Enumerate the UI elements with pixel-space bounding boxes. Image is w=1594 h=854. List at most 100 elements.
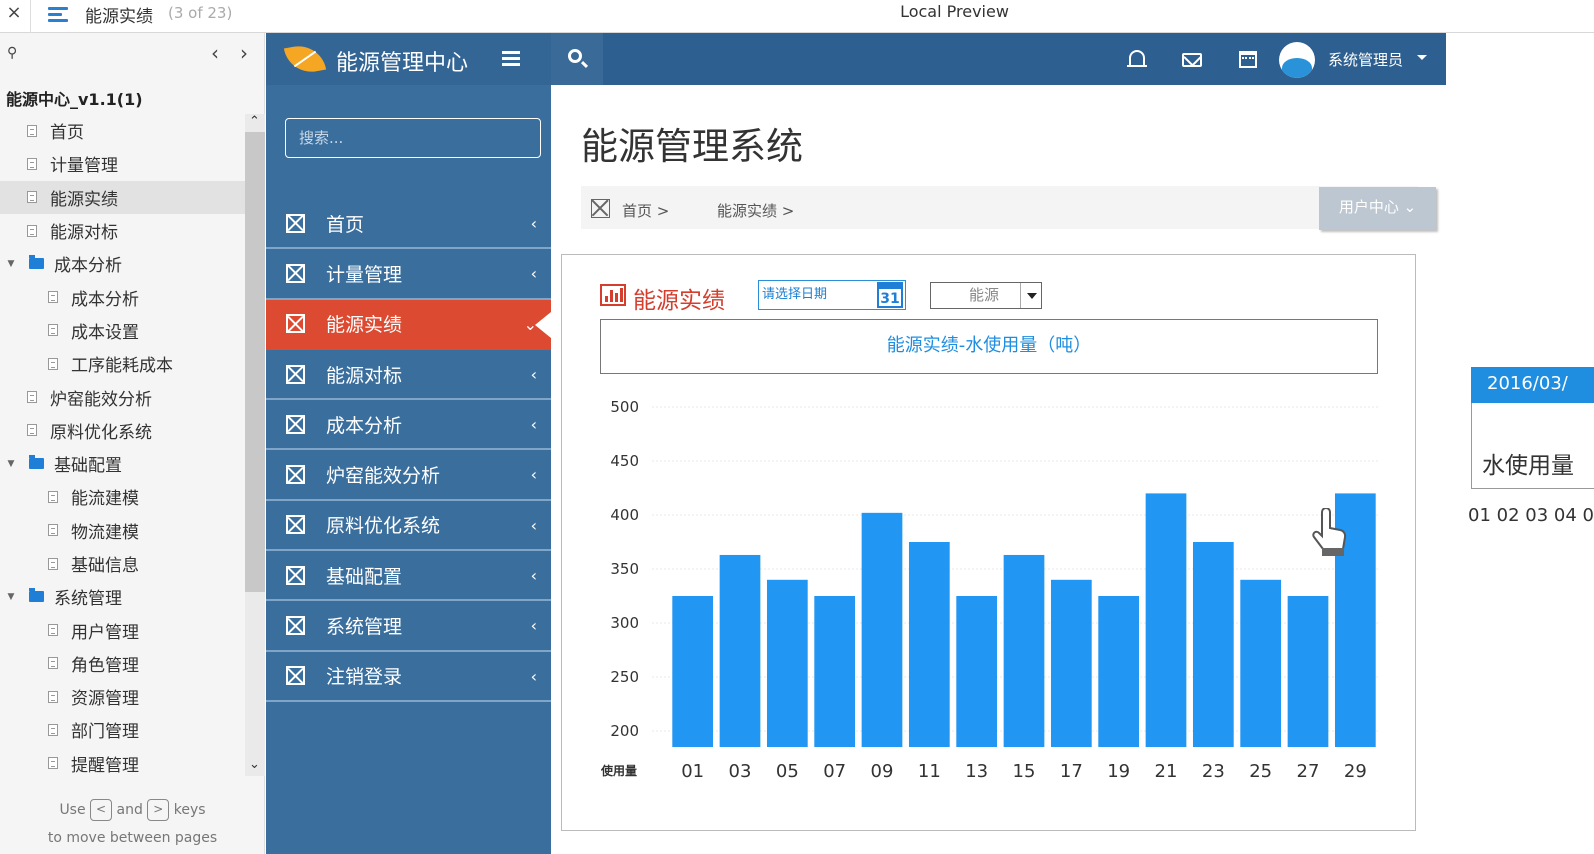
scrollbar-thumb[interactable] <box>245 132 265 592</box>
outline-item[interactable]: 原料优化系统 <box>0 414 245 447</box>
sidebar-item[interactable]: 能源实绩 ⌄ <box>266 299 551 350</box>
breadcrumb-current[interactable]: 能源实绩 > <box>717 200 794 221</box>
outline-scrollbar[interactable]: ⌃ ⌄ <box>245 114 265 776</box>
outline-item[interactable]: 角色管理 <box>0 647 245 680</box>
sidebar: 首页‹计量管理‹能源实绩⌄能源对标‹ 成本分析 ‹ 炉窑能效分析‹原料优化系统‹基础配… <box>266 85 551 854</box>
outline-root[interactable]: 能源中心_v1.1(1) <box>6 86 143 110</box>
outline-item-label: 炉窑能效分析 <box>50 389 152 410</box>
bar <box>1098 596 1140 747</box>
caret-down-icon[interactable] <box>1417 55 1427 60</box>
outline-item[interactable]: ▼ 系统管理 <box>0 580 245 613</box>
outline-item[interactable]: 炉窑能效分析 <box>0 380 245 413</box>
sidebar-item-label: 原料优化系统 <box>326 515 441 538</box>
sidebar-item[interactable]: 基础配置 ‹ <box>266 551 551 602</box>
page-icon <box>27 124 37 137</box>
page-title: 能源管理系统 <box>581 125 803 168</box>
breadcrumb-home[interactable]: 首页 > <box>622 200 669 221</box>
sidebar-item[interactable]: 注销登录 ‹ <box>266 652 551 702</box>
y-tick-label: 250 <box>610 668 639 686</box>
outline-item[interactable]: 成本分析 <box>0 280 245 313</box>
x-tick-label: 21 <box>1155 761 1178 782</box>
expand-triangle-icon[interactable]: ▼ <box>6 459 16 469</box>
sidebar-item[interactable]: 系统管理 ‹ <box>266 601 551 652</box>
bar <box>1287 596 1329 747</box>
viewer-topbar: × 能源实绩 (3 of 23) Local Preview <box>0 0 1594 33</box>
outline-toggle-icon[interactable] <box>48 4 68 26</box>
outline-item[interactable]: 资源管理 <box>0 680 245 713</box>
sidebar-item[interactable]: 计量管理 ‹ <box>266 249 551 300</box>
outline-item[interactable]: ▼ 成本分析 <box>0 247 245 280</box>
page-count: (3 of 23) <box>168 4 233 22</box>
header-search-button[interactable] <box>551 33 603 85</box>
outline-item[interactable]: 能源实绩 <box>0 180 245 214</box>
outline-item[interactable]: 工序能耗成本 <box>0 347 245 380</box>
app-name: 能源管理中心 <box>336 51 469 76</box>
bar <box>766 579 808 747</box>
close-icon[interactable]: × <box>4 2 24 23</box>
outline-item-label: 基础配置 <box>54 456 122 477</box>
user-center-button[interactable]: 用户中心 ⌄ <box>1319 187 1436 230</box>
outline-item-label: 系统管理 <box>54 589 122 610</box>
sidebar-item[interactable]: 首页 ‹ <box>266 199 551 250</box>
placeholder-icon <box>286 565 305 585</box>
outline-item[interactable]: 成本设置 <box>0 314 245 347</box>
outline-item-label: 能流建模 <box>71 489 139 510</box>
sidebar-item-label: 成本分析 <box>326 414 403 437</box>
chevron-left-icon: ‹ <box>530 415 537 435</box>
sidebar-item-label: 计量管理 <box>326 263 403 286</box>
placeholder-icon <box>286 616 305 636</box>
topbar-divider <box>30 0 31 33</box>
y-tick-label: 350 <box>610 560 639 578</box>
bar <box>956 596 998 747</box>
outline-list: 首页 计量管理 能源实绩 能源对标 ▼ 成本分析 成本分析 成本设置 工序能耗成本 炉窑能效分析原… <box>0 114 245 780</box>
outline-item[interactable]: 物流建模 <box>0 514 245 547</box>
outline-item-label: 能源实绩 <box>50 189 118 210</box>
sidebar-item[interactable]: 成本分析 ‹ <box>266 400 551 451</box>
calendar-icon[interactable] <box>1239 51 1257 68</box>
outline-item-label: 工序能耗成本 <box>71 356 173 377</box>
folder-icon <box>29 255 44 270</box>
next-page-button[interactable]: › <box>240 41 248 65</box>
search-icon <box>568 49 582 63</box>
sidebar-search-input[interactable] <box>285 118 541 158</box>
expand-triangle-icon[interactable]: ▼ <box>6 592 16 602</box>
mail-icon[interactable] <box>1182 53 1202 67</box>
outline-item[interactable]: 能源对标 <box>0 214 245 247</box>
date-card-header: 2016/03/ <box>1471 367 1594 403</box>
sidebar-item-label: 能源实绩 <box>326 314 403 337</box>
bar <box>814 596 856 747</box>
outline-item[interactable]: ▼ 基础配置 <box>0 447 245 480</box>
x-tick-label: 11 <box>918 761 941 782</box>
outline-item[interactable]: 基础信息 <box>0 547 245 580</box>
menu-toggle-icon[interactable] <box>502 51 520 69</box>
outline-item[interactable]: 用户管理 <box>0 613 245 646</box>
hint-text: keys <box>173 802 206 818</box>
outline-item[interactable]: 部门管理 <box>0 713 245 746</box>
hint-text: to move between pages <box>47 830 218 846</box>
app-brand: 能源管理中心 <box>266 33 551 85</box>
outline-item-label: 成本分析 <box>54 256 122 277</box>
x-tick-label: 27 <box>1297 761 1320 782</box>
y-tick-label: 300 <box>610 614 639 632</box>
outline-toolbar: ⚲ ‹ › <box>0 33 264 75</box>
scroll-up-icon[interactable]: ⌃ <box>249 114 260 129</box>
sidebar-item[interactable]: 原料优化系统 ‹ <box>266 501 551 552</box>
outline-item[interactable]: 提醒管理 <box>0 747 245 780</box>
prev-page-button[interactable]: ‹ <box>211 41 219 65</box>
navigation-hint: Use < and > keys to move between pages <box>0 796 265 852</box>
scroll-down-icon[interactable]: ⌄ <box>249 757 260 772</box>
sidebar-item[interactable]: 能源对标 ‹ <box>266 350 551 401</box>
user-name[interactable]: 系统管理员 <box>1328 49 1403 70</box>
avatar[interactable] <box>1279 42 1315 78</box>
search-icon[interactable]: ⚲ <box>7 45 17 61</box>
outline-item[interactable]: 能流建模 <box>0 480 245 513</box>
outline-item[interactable]: 计量管理 <box>0 147 245 180</box>
sidebar-item[interactable]: 炉窑能效分析 ‹ <box>266 450 551 501</box>
bell-icon[interactable] <box>1127 50 1147 67</box>
page-icon <box>48 690 58 703</box>
bar <box>719 554 761 747</box>
expand-triangle-icon[interactable]: ▼ <box>6 259 16 269</box>
date-card: 水使用量 <box>1471 403 1594 489</box>
y-tick-label: 200 <box>610 722 639 740</box>
outline-item[interactable]: 首页 <box>0 114 245 147</box>
